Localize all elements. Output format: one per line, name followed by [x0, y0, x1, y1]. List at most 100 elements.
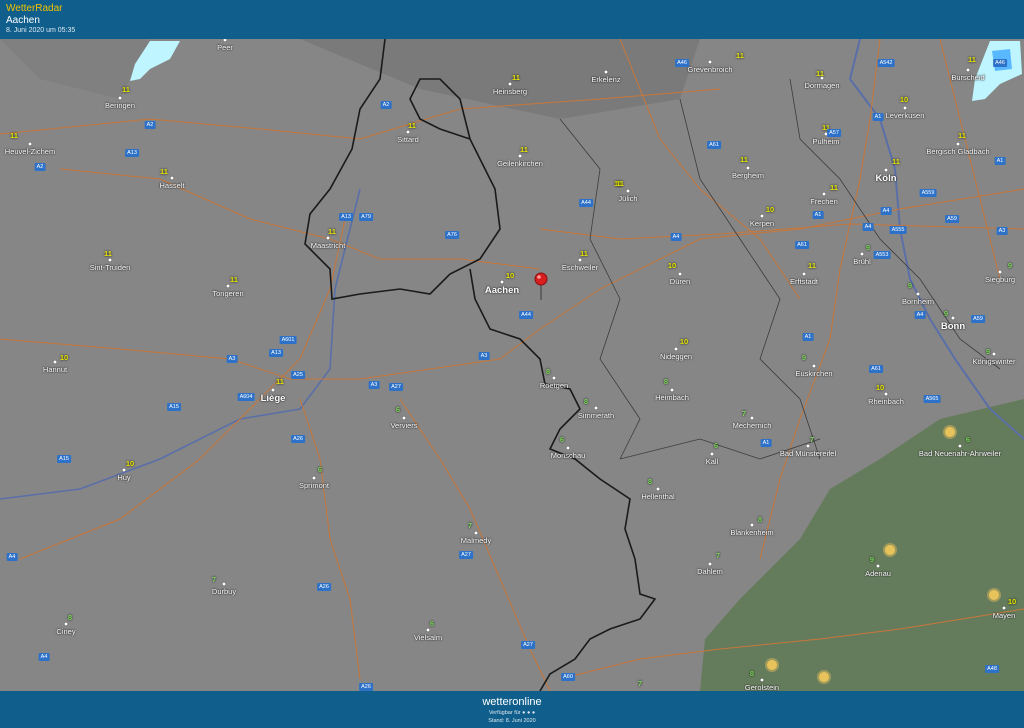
city-label[interactable]: Bonn: [941, 321, 965, 332]
city-label[interactable]: Simmerath: [578, 411, 614, 420]
city-dot: [594, 406, 598, 410]
road-shield: A48: [985, 665, 999, 673]
city-label[interactable]: Kall: [706, 457, 719, 466]
temperature-label: 7: [467, 521, 473, 530]
city-label[interactable]: Leverkusen: [886, 111, 925, 120]
road-shield: A2: [380, 101, 392, 109]
city-label[interactable]: Pulheim: [812, 137, 839, 146]
city-label[interactable]: Blankenheim: [730, 528, 773, 537]
temperature-label: 10: [899, 95, 909, 104]
city-label[interactable]: Bad Neuenahr-Ahrweiler: [919, 449, 1001, 458]
motorway-4: [19, 218, 346, 560]
city-label[interactable]: Erkelenz: [591, 75, 620, 84]
temperature-label: 9: [985, 347, 991, 356]
city-label[interactable]: Hannut: [43, 365, 67, 374]
city-label[interactable]: Dahlem: [697, 567, 723, 576]
city-label[interactable]: Heinsberg: [493, 87, 527, 96]
cloud-shading: [300, 39, 700, 119]
city-dot: [674, 347, 678, 351]
city-label[interactable]: Monschau: [551, 451, 586, 460]
motorway-3: [0, 188, 1024, 380]
temperature-label: 10: [125, 459, 135, 468]
city-label[interactable]: Hellenthal: [641, 492, 674, 501]
city-label[interactable]: Erftstadt: [790, 277, 818, 286]
city-label[interactable]: Grevenbroich: [687, 65, 732, 74]
city-label[interactable]: Huy: [117, 473, 130, 482]
temperature-label: 7: [211, 575, 217, 584]
city-label[interactable]: Sittard: [397, 135, 419, 144]
city-dot: [998, 270, 1002, 274]
city-label[interactable]: Bornheim: [902, 297, 934, 306]
city-label[interactable]: Durbuy: [212, 587, 236, 596]
city-label[interactable]: Bad Münstereifel: [780, 449, 836, 458]
city-label[interactable]: Eschweiler: [562, 263, 598, 272]
road-shield: A26: [291, 435, 305, 443]
city-dot: [518, 154, 522, 158]
city-label[interactable]: Verviers: [390, 421, 417, 430]
city-label[interactable]: Siegburg: [985, 275, 1015, 284]
temperature-label: 11: [816, 69, 824, 78]
city-label[interactable]: Heimbach: [655, 393, 689, 402]
city-label[interactable]: Bergisch Gladbach: [926, 147, 989, 156]
temperature-label: 9: [907, 281, 913, 290]
city-label[interactable]: Roetgen: [540, 381, 568, 390]
city-label[interactable]: Düren: [670, 277, 690, 286]
temperature-label: 6: [395, 405, 401, 414]
road-shield: A2: [144, 121, 156, 129]
city-label[interactable]: Jülich: [618, 194, 637, 203]
motorway-5: [299, 398, 361, 680]
city-dot: [678, 272, 682, 276]
temperature-label: 6: [317, 465, 323, 474]
city-label[interactable]: Mechernich: [733, 421, 772, 430]
city-label[interactable]: Ciney: [56, 627, 75, 636]
city-label[interactable]: Bergheim: [732, 171, 764, 180]
city-label[interactable]: Gerolstein: [745, 683, 779, 691]
city-label[interactable]: Hasselt: [159, 181, 184, 190]
city-label[interactable]: Sprimont: [299, 481, 329, 490]
city-label[interactable]: Beringen: [105, 101, 135, 110]
city-label[interactable]: Aachen: [485, 285, 519, 296]
road-shield: A2: [34, 163, 46, 171]
city-label[interactable]: Kerpen: [750, 219, 774, 228]
sun-icon: [767, 660, 777, 670]
city-label[interactable]: Sint-Truiden: [90, 263, 131, 272]
city-label[interactable]: Euskirchen: [795, 369, 832, 378]
city-label[interactable]: Heuvel-Zichem: [5, 147, 55, 156]
city-label[interactable]: Liège: [261, 393, 286, 404]
road-shield: A13: [125, 149, 139, 157]
location-title[interactable]: Aachen: [6, 15, 40, 26]
radar-map[interactable]: Peer Beringen Heuvel-Zichem Hasselt Sint-Tru…: [0, 39, 1024, 691]
road-shield: A46: [993, 59, 1007, 67]
temperature-label: 9: [801, 353, 807, 362]
city-label[interactable]: Maastricht: [311, 241, 346, 250]
city-label[interactable]: Nideggen: [660, 352, 692, 361]
temperature-label: 9: [943, 309, 949, 318]
city-label[interactable]: Geilenkirchen: [497, 159, 543, 168]
city-label[interactable]: Frechen: [810, 197, 838, 206]
city-label[interactable]: Tongeren: [212, 289, 243, 298]
temperature-label: 11: [122, 85, 130, 94]
city-dot: [884, 168, 888, 172]
city-dot: [860, 252, 864, 256]
road-shield: A61: [707, 141, 721, 149]
road-shield: A46: [675, 59, 689, 67]
city-label[interactable]: Brühl: [853, 257, 871, 266]
city-label[interactable]: Burscheid: [951, 73, 984, 82]
city-label[interactable]: Rheinbach: [868, 397, 904, 406]
national-border-2: [469, 268, 657, 691]
city-label[interactable]: Dormagen: [804, 81, 839, 90]
city-dot: [806, 444, 810, 448]
wetteronline-logo[interactable]: wetteronline: [0, 696, 1024, 708]
city-label[interactable]: Mayen: [993, 611, 1016, 620]
city-label[interactable]: Vielsalm: [414, 633, 442, 642]
city-dot: [402, 416, 406, 420]
city-label[interactable]: Malmedy: [461, 536, 491, 545]
road-shield: A4: [6, 553, 18, 561]
city-label[interactable]: Köln: [875, 173, 896, 184]
city-label[interactable]: Königswinter: [973, 357, 1016, 366]
city-label[interactable]: Peer: [217, 43, 233, 52]
temperature-label: 8: [663, 377, 669, 386]
city-dot: [64, 622, 68, 626]
city-label[interactable]: Adenau: [865, 569, 891, 578]
temperature-label: 7: [741, 409, 747, 418]
